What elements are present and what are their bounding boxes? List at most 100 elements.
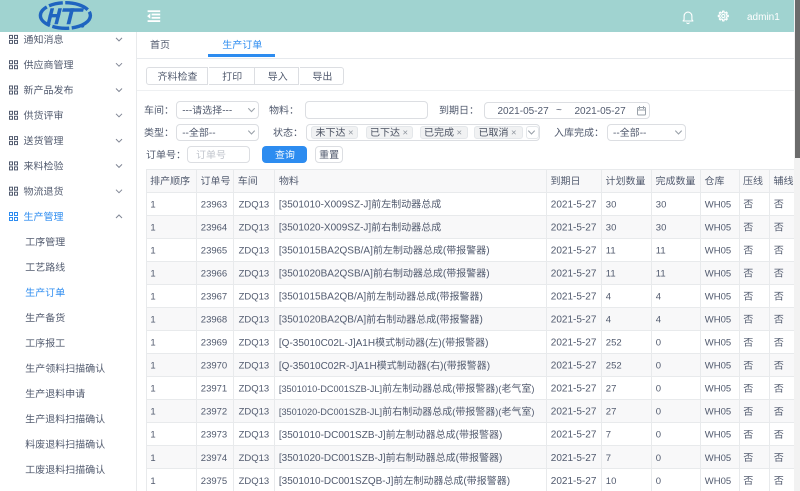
svg-text:23970: 23970 bbox=[201, 361, 227, 372]
svg-text:×: × bbox=[348, 128, 354, 139]
svg-text:---: --- bbox=[182, 106, 192, 117]
svg-text:1: 1 bbox=[150, 384, 155, 395]
svg-text:1: 1 bbox=[150, 338, 155, 349]
svg-text:ZDQ13: ZDQ13 bbox=[239, 361, 270, 372]
svg-text:2021-5-27: 2021-5-27 bbox=[551, 453, 597, 464]
svg-text:--: -- bbox=[209, 128, 216, 139]
svg-text:1: 1 bbox=[150, 199, 155, 210]
svg-text:WH05: WH05 bbox=[705, 268, 731, 279]
svg-text:23965: 23965 bbox=[201, 245, 227, 256]
svg-text:): ) bbox=[485, 338, 488, 349]
svg-text:WH05: WH05 bbox=[705, 292, 731, 303]
svg-text:11: 11 bbox=[606, 245, 616, 256]
svg-text:WH05: WH05 bbox=[705, 476, 731, 487]
svg-text:(: ( bbox=[452, 384, 455, 394]
svg-text:)(: )( bbox=[495, 407, 501, 417]
svg-text:WH05: WH05 bbox=[705, 407, 731, 418]
svg-text:admin1: admin1 bbox=[747, 12, 780, 23]
svg-text:[Q-35010C02R-J]A1H: [Q-35010C02R-J]A1H bbox=[279, 361, 377, 372]
svg-text:27: 27 bbox=[606, 384, 617, 395]
svg-text:): ) bbox=[480, 315, 483, 326]
svg-text:ZDQ13: ZDQ13 bbox=[239, 476, 270, 487]
svg-text:2021-5-27: 2021-5-27 bbox=[551, 292, 597, 303]
svg-text:23973: 23973 bbox=[201, 430, 227, 441]
svg-text:30: 30 bbox=[656, 199, 667, 210]
svg-text:7: 7 bbox=[606, 453, 611, 464]
svg-text:[3501020-DC001SZB-JL]: [3501020-DC001SZB-JL] bbox=[279, 407, 382, 417]
svg-text:[3501010-X009SZ-J]: [3501010-X009SZ-J] bbox=[279, 200, 372, 211]
svg-text:(: ( bbox=[443, 246, 447, 257]
svg-text:ZDQ13: ZDQ13 bbox=[239, 292, 270, 303]
svg-text:27: 27 bbox=[606, 407, 617, 418]
svg-text:1: 1 bbox=[150, 315, 155, 326]
svg-text:7: 7 bbox=[606, 430, 611, 441]
svg-text:2021-5-27: 2021-5-27 bbox=[551, 407, 597, 418]
svg-text:ZDQ13: ZDQ13 bbox=[239, 430, 270, 441]
svg-text:[3501010-DC001SZB-J]: [3501010-DC001SZB-J] bbox=[279, 430, 386, 441]
svg-text:2021-5-27: 2021-5-27 bbox=[551, 199, 597, 210]
svg-text:11: 11 bbox=[606, 268, 616, 279]
svg-text:(: ( bbox=[452, 407, 455, 417]
svg-text:2021-5-27: 2021-5-27 bbox=[551, 361, 597, 372]
svg-text:1: 1 bbox=[150, 222, 155, 233]
svg-text:[3501015BA2QSB/A]: [3501015BA2QSB/A] bbox=[279, 246, 373, 257]
svg-text:)(: )( bbox=[440, 361, 447, 372]
svg-text:ZDQ13: ZDQ13 bbox=[239, 407, 270, 418]
svg-text:WH05: WH05 bbox=[705, 245, 731, 256]
svg-text:): ) bbox=[531, 407, 534, 417]
svg-text:4: 4 bbox=[656, 315, 661, 326]
svg-text:4: 4 bbox=[656, 292, 661, 303]
svg-text:ZDQ13: ZDQ13 bbox=[239, 245, 270, 256]
svg-text:1: 1 bbox=[150, 292, 155, 303]
svg-text:--: -- bbox=[613, 128, 620, 139]
svg-text:4: 4 bbox=[606, 315, 611, 326]
svg-text:(: ( bbox=[456, 430, 460, 441]
svg-text:23964: 23964 bbox=[201, 222, 227, 233]
svg-text:[3501020-DC001SZB-J]: [3501020-DC001SZB-J] bbox=[279, 453, 386, 464]
svg-text:2021-5-27: 2021-5-27 bbox=[551, 338, 597, 349]
svg-text:ZDQ13: ZDQ13 bbox=[239, 315, 270, 326]
svg-text:1: 1 bbox=[150, 476, 155, 487]
svg-text:23967: 23967 bbox=[201, 292, 227, 303]
svg-text:ZDQ13: ZDQ13 bbox=[239, 199, 270, 210]
svg-text:): ) bbox=[507, 476, 510, 487]
svg-text:): ) bbox=[487, 361, 490, 372]
svg-text:(: ( bbox=[443, 269, 447, 280]
svg-text:0: 0 bbox=[656, 338, 661, 349]
svg-text:1: 1 bbox=[150, 453, 155, 464]
svg-text:): ) bbox=[499, 453, 502, 464]
svg-text:0: 0 bbox=[656, 361, 661, 372]
svg-text:11: 11 bbox=[656, 268, 666, 279]
svg-text:(: ( bbox=[463, 476, 467, 487]
svg-text:1: 1 bbox=[150, 407, 155, 418]
svg-text:ZDQ13: ZDQ13 bbox=[239, 268, 270, 279]
svg-text:30: 30 bbox=[656, 222, 667, 233]
svg-text:×: × bbox=[511, 128, 517, 139]
svg-text:[3501020-X009SZ-J]: [3501020-X009SZ-J] bbox=[279, 223, 372, 234]
svg-text:---: --- bbox=[222, 106, 232, 117]
svg-text:WH05: WH05 bbox=[705, 315, 731, 326]
svg-text:0: 0 bbox=[656, 407, 661, 418]
svg-text:4: 4 bbox=[606, 292, 611, 303]
svg-text:0: 0 bbox=[656, 453, 661, 464]
svg-text:(: ( bbox=[427, 361, 431, 372]
svg-text:2021-5-27: 2021-5-27 bbox=[551, 476, 597, 487]
svg-text:): ) bbox=[486, 246, 489, 257]
svg-text:WH05: WH05 bbox=[705, 361, 731, 372]
svg-text:23963: 23963 bbox=[201, 199, 227, 210]
svg-text:2021-05-27: 2021-05-27 bbox=[575, 106, 627, 117]
svg-text:2021-5-27: 2021-5-27 bbox=[551, 430, 597, 441]
svg-text:WH05: WH05 bbox=[705, 384, 731, 395]
svg-text:): ) bbox=[480, 292, 483, 303]
svg-text:(: ( bbox=[436, 315, 440, 326]
svg-text:23975: 23975 bbox=[201, 476, 227, 487]
svg-text:[3501010-DC001SZQB-J]: [3501010-DC001SZQB-J] bbox=[279, 476, 394, 487]
svg-text:0: 0 bbox=[656, 476, 661, 487]
svg-text:[3501020BA2QB/A]: [3501020BA2QB/A] bbox=[279, 315, 367, 326]
svg-text:[3501015BA2QB/A]: [3501015BA2QB/A] bbox=[279, 292, 367, 303]
svg-text:2021-5-27: 2021-5-27 bbox=[551, 268, 597, 279]
svg-text:0: 0 bbox=[656, 430, 661, 441]
svg-text:[3501020BA2QSB/A]: [3501020BA2QSB/A] bbox=[279, 269, 373, 280]
svg-text:252: 252 bbox=[606, 338, 622, 349]
svg-text:--: -- bbox=[182, 128, 189, 139]
